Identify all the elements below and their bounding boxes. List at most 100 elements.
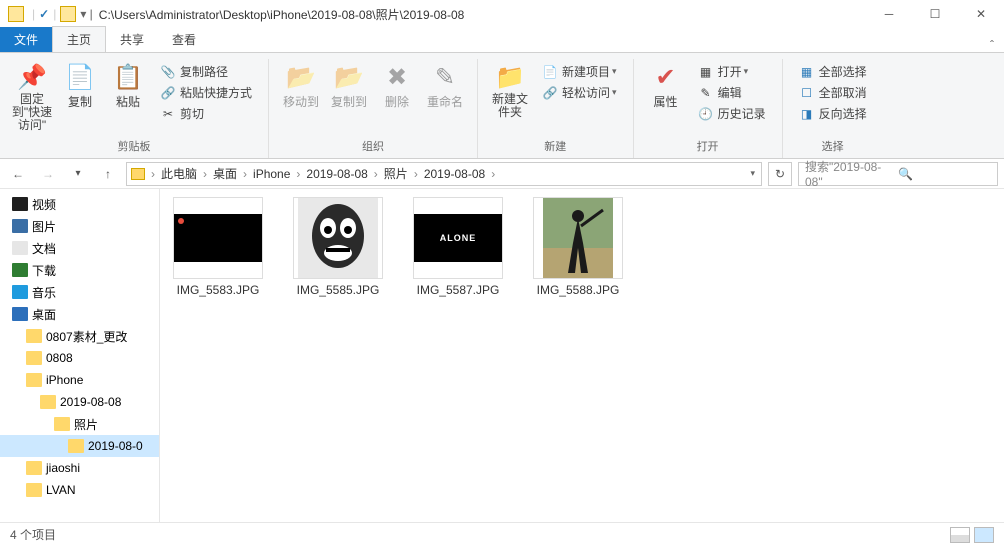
nav-label: LVAN [46,483,76,497]
invert-selection-button[interactable]: ◨反向选择 [795,103,871,124]
pin-icon: 📌 [16,61,48,93]
search-input[interactable]: 搜索"2019-08-08" 🔍 [798,162,998,186]
folder-icon [131,168,145,180]
nav-label: jiaoshi [46,461,80,475]
nav-item[interactable]: 文档 [0,237,159,259]
breadcrumb-segment[interactable]: 2019-08-08 [420,167,489,181]
nav-label: 文档 [32,240,56,257]
nav-item[interactable]: 下载 [0,259,159,281]
breadcrumb-segment[interactable]: iPhone [249,167,294,181]
qat-check-icon[interactable]: ✓ [39,7,49,21]
folder-icon [26,461,42,475]
history-icon: 🕘 [698,106,714,122]
maximize-button[interactable]: ☐ [912,0,958,28]
nav-item[interactable]: jiaoshi [0,457,159,479]
folder-icon [54,417,70,431]
search-icon: 🔍 [898,167,991,181]
breadcrumb-segment[interactable]: 此电脑 [157,167,201,181]
nav-item[interactable]: 0807素材_更改 [0,325,159,347]
history-button[interactable]: 🕘历史记录 [694,103,770,124]
navigation-pane[interactable]: 视频图片文档下载音乐桌面0807素材_更改0808iPhone2019-08-0… [0,189,160,522]
paste-button[interactable]: 📋粘贴 [104,59,152,112]
minimize-button[interactable]: ─ [866,0,912,28]
tab-share[interactable]: 共享 [106,27,158,52]
tab-home[interactable]: 主页 [52,26,106,52]
file-item[interactable]: ALONEIMG_5587.JPG [408,197,508,297]
nav-item[interactable]: 视频 [0,193,159,215]
address-dropdown-icon[interactable]: ▾ [750,168,755,179]
open-button[interactable]: ▦打开▾ [694,61,770,82]
nav-item[interactable]: 2019-08-08 [0,391,159,413]
nav-recent-button[interactable]: ▾ [66,162,90,186]
view-icons-button[interactable] [974,527,994,543]
edit-button[interactable]: ✎编辑 [694,82,770,103]
nav-forward-button[interactable]: → [36,162,60,186]
file-item[interactable]: IMG_5588.JPG [528,197,628,297]
nav-label: 下载 [32,262,56,279]
select-none-button[interactable]: ☐全部取消 [795,82,871,103]
folder-icon [12,197,28,211]
copy-button[interactable]: 📄复制 [56,59,104,112]
close-button[interactable]: ✕ [958,0,1004,28]
moveto-icon: 📂 [285,61,317,93]
folder-icon [26,329,42,343]
nav-item[interactable]: 0808 [0,347,159,369]
file-list[interactable]: IMG_5583.JPG IMG_5585.JPGALONEIMG_5587.JP… [160,189,1004,522]
ribbon-tabs: 文件 主页 共享 查看 ˆ [0,28,1004,52]
nav-label: 图片 [32,218,56,235]
nav-item[interactable]: LVAN [0,479,159,501]
nav-label: 视频 [32,196,56,213]
nav-item[interactable]: 2019-08-0 [0,435,159,457]
delete-button[interactable]: ✖删除 [373,59,421,112]
copyto-icon: 📂 [333,61,365,93]
easy-access-button[interactable]: 🔗轻松访问▾ [538,82,621,103]
copy-path-button[interactable]: 📎复制路径 [156,61,256,82]
breadcrumb-segment[interactable]: 2019-08-08 [302,167,371,181]
pin-button[interactable]: 📌固定到"快速访问" [8,59,56,134]
nav-item[interactable]: 照片 [0,413,159,435]
rename-button[interactable]: ✎重命名 [421,59,469,112]
breadcrumb[interactable]: › 此电脑›桌面›iPhone›2019-08-08›照片›2019-08-08… [126,162,762,186]
search-placeholder: 搜索"2019-08-08" [805,158,898,189]
nav-item[interactable]: 音乐 [0,281,159,303]
window-title: C:\Users\Administrator\Desktop\iPhone\20… [99,6,465,23]
folder-icon [26,351,42,365]
nav-item[interactable]: iPhone [0,369,159,391]
title-bar: | ✓ | ▾ | C:\Users\Administrator\Desktop… [0,0,1004,28]
file-name: IMG_5583.JPG [177,283,260,297]
file-item[interactable]: IMG_5585.JPG [288,197,388,297]
view-details-button[interactable] [950,527,970,543]
nav-up-button[interactable]: ↑ [96,162,120,186]
refresh-button[interactable]: ↻ [768,162,792,186]
ribbon-collapse-icon[interactable]: ˆ [990,38,994,52]
open-icon: ▦ [698,64,714,80]
nav-back-button[interactable]: ← [6,162,30,186]
new-folder-button[interactable]: 📁新建文件夹 [486,59,534,121]
copy-to-button[interactable]: 📂复制到 [325,59,373,112]
select-all-button[interactable]: ▦全部选择 [795,61,871,82]
item-count: 4 个项目 [10,526,56,543]
qat-dropdown-icon[interactable]: ▾ | [80,7,92,21]
move-to-button[interactable]: 📂移动到 [277,59,325,112]
new-item-button[interactable]: 📄新建项目▾ [538,61,621,82]
select-all-icon: ▦ [799,64,815,80]
group-open: 打开 [697,136,719,158]
nav-item[interactable]: 桌面 [0,303,159,325]
file-thumbnail [293,197,383,279]
group-new: 新建 [544,136,566,158]
new-item-icon: 📄 [542,64,558,80]
cut-button[interactable]: ✂剪切 [156,103,256,124]
nav-label: 0808 [46,351,73,365]
group-clipboard: 剪贴板 [118,136,151,158]
invert-icon: ◨ [799,106,815,122]
tab-view[interactable]: 查看 [158,27,210,52]
nav-item[interactable]: 图片 [0,215,159,237]
tab-file[interactable]: 文件 [0,27,52,52]
file-item[interactable]: IMG_5583.JPG [168,197,268,297]
new-folder-icon: 📁 [494,61,526,93]
breadcrumb-segment[interactable]: 桌面 [209,167,241,181]
breadcrumb-segment[interactable]: 照片 [380,167,412,181]
file-name: IMG_5587.JPG [417,283,500,297]
paste-shortcut-button[interactable]: 🔗粘贴快捷方式 [156,82,256,103]
properties-button[interactable]: ✔属性 [642,59,690,112]
